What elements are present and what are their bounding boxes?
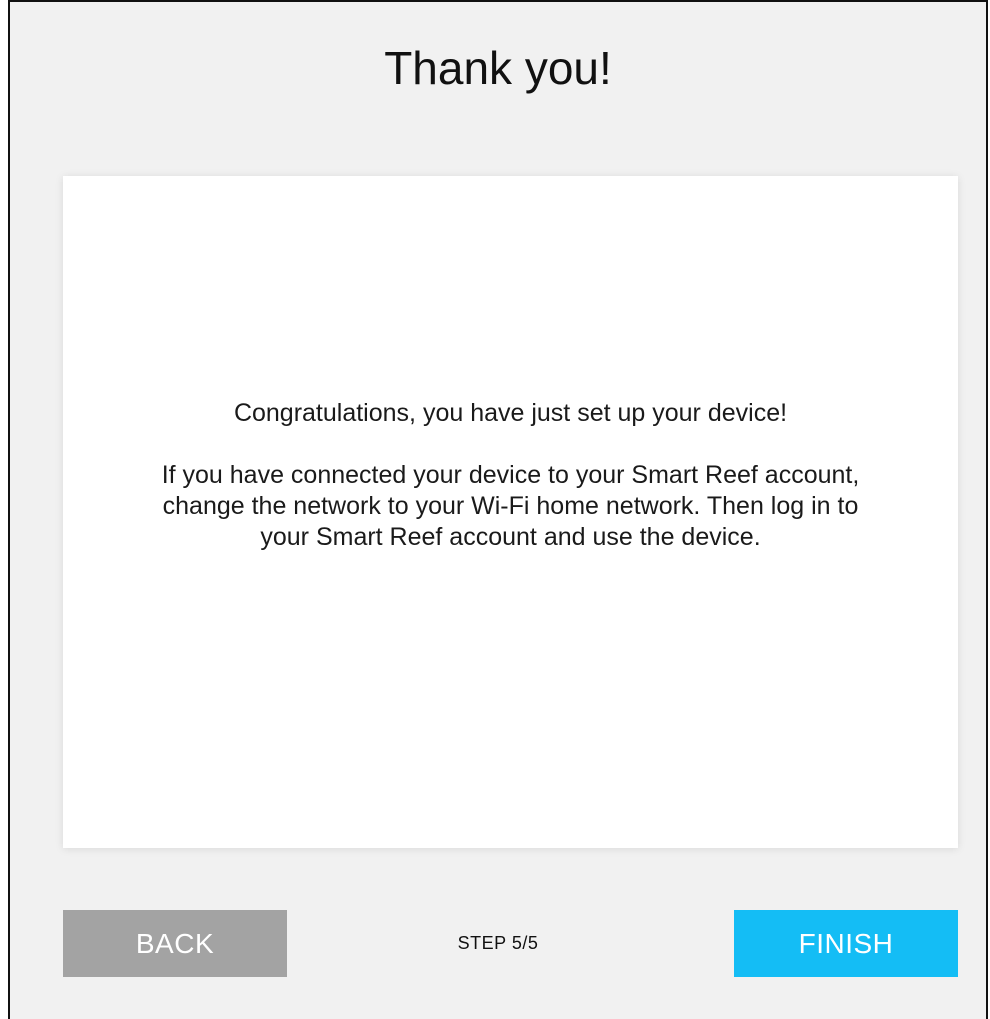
message-card: Congratulations, you have just set up yo… — [63, 176, 958, 848]
page-title: Thank you! — [384, 42, 612, 94]
back-button[interactable]: BACK — [63, 910, 287, 977]
instructions-message: If you have connected your device to you… — [161, 461, 860, 551]
finish-button[interactable]: FINISH — [734, 910, 958, 977]
message-content: Congratulations, you have just set up yo… — [63, 398, 958, 553]
setup-wizard-window: Thank you! Congratulations, you have jus… — [8, 0, 988, 1019]
congratulations-message: Congratulations, you have just set up yo… — [233, 399, 788, 427]
